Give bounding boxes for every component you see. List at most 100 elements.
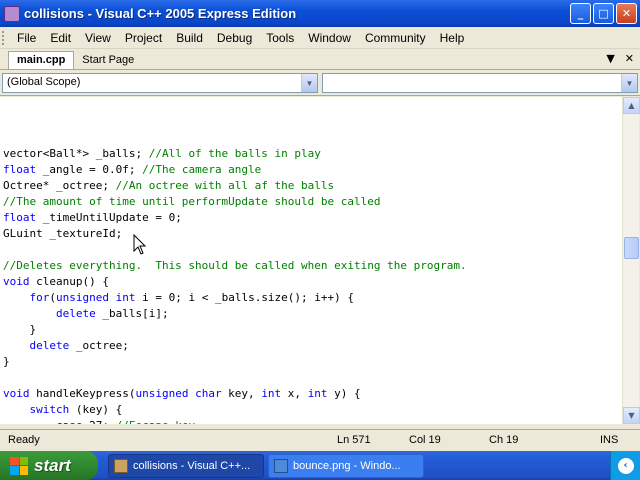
members-combo[interactable]: ▼ — [322, 73, 638, 93]
status-bar: Ready Ln 571 Col 19 Ch 19 INS — [0, 429, 640, 451]
code-line[interactable]: GLuint _textureId; — [3, 226, 467, 242]
code-token: cleanup() { — [29, 275, 109, 288]
code-line[interactable]: void cleanup() { — [3, 274, 467, 290]
code-line[interactable] — [3, 370, 467, 386]
menu-project[interactable]: Project — [118, 31, 169, 45]
code-comment: //Deletes everything. This should be cal… — [3, 259, 467, 272]
scroll-thumb[interactable] — [624, 237, 639, 259]
taskbar-item-bounce[interactable]: bounce.png - Windo... — [268, 454, 424, 478]
code-keyword: void — [3, 387, 30, 400]
title-bar[interactable]: collisions - Visual C++ 2005 Express Edi… — [0, 0, 640, 27]
menu-build[interactable]: Build — [169, 31, 210, 45]
code-token: GLuint _textureId; — [3, 227, 123, 240]
chevron-down-icon[interactable]: ▼ — [301, 74, 317, 92]
code-keyword: delete — [29, 339, 70, 352]
menu-bar: File Edit View Project Build Debug Tools… — [0, 27, 640, 49]
close-button[interactable]: ✕ — [616, 3, 637, 24]
menu-edit[interactable]: Edit — [43, 31, 78, 45]
code-keyword: void — [3, 275, 30, 288]
code-keyword: switch — [29, 403, 70, 416]
code-keyword: unsigned char — [135, 387, 222, 400]
menu-view[interactable]: View — [78, 31, 118, 45]
vertical-scrollbar[interactable]: ▲ ▼ — [622, 97, 640, 424]
code-line[interactable] — [3, 242, 467, 258]
code-line[interactable]: float _angle = 0.0f; //The camera angle — [3, 162, 467, 178]
code-line[interactable]: float _timeUntilUpdate = 0; — [3, 210, 467, 226]
code-line[interactable]: vector<Ball*> _balls; //All of the balls… — [3, 146, 467, 162]
visual-studio-icon — [4, 5, 20, 22]
system-tray: ‹ — [610, 451, 640, 480]
tab-main-cpp[interactable]: main.cpp — [8, 51, 75, 69]
code-text[interactable]: vector<Ball*> _balls; //All of the balls… — [3, 146, 467, 424]
code-line[interactable]: Octree* _octree; //An octree with all af… — [3, 178, 467, 194]
code-line[interactable]: for(unsigned int i = 0; i < _balls.size(… — [3, 290, 467, 306]
minimize-button[interactable]: _ — [570, 3, 591, 24]
code-line[interactable]: case 27: //Escape key — [3, 418, 467, 424]
code-token: y) { — [327, 387, 361, 400]
start-label: start — [34, 455, 71, 475]
code-keyword: case — [56, 419, 83, 424]
scope-combo[interactable]: (Global Scope) ▼ — [2, 73, 318, 93]
code-token: handleKeypress( — [29, 387, 136, 400]
menu-file[interactable]: File — [10, 31, 43, 45]
app-window: collisions - Visual C++ 2005 Express Edi… — [0, 0, 640, 480]
code-line[interactable]: delete _octree; — [3, 338, 467, 354]
code-keyword: float — [3, 163, 37, 176]
code-keyword: unsigned int — [56, 291, 136, 304]
window-controls: _ □ ✕ — [570, 3, 637, 24]
menu-help[interactable]: Help — [433, 31, 472, 45]
taskbar-item-collisions[interactable]: collisions - Visual C++... — [108, 454, 264, 478]
chevron-down-icon[interactable]: ▼ — [621, 74, 637, 92]
code-line[interactable]: //The amount of time until performUpdate… — [3, 194, 467, 210]
code-line[interactable]: switch (key) { — [3, 402, 467, 418]
code-comment: //Escape key — [116, 419, 195, 424]
taskbar: start collisions - Visual C++... bounce.… — [0, 451, 640, 480]
code-comment: //The amount of time until performUpdate… — [3, 195, 381, 208]
code-editor[interactable]: vector<Ball*> _balls; //All of the balls… — [0, 97, 622, 424]
code-line[interactable]: //Deletes everything. This should be cal… — [3, 258, 467, 274]
show-hidden-icons-icon[interactable]: ‹ — [617, 457, 634, 474]
scope-bar: (Global Scope) ▼ ▼ — [0, 70, 640, 96]
status-char: Ch 19 — [489, 434, 519, 446]
tab-list-dropdown-icon[interactable]: ▼ — [606, 52, 614, 65]
code-token: _balls[i]; — [95, 307, 169, 320]
code-token: _timeUntilUpdate = 0; — [36, 211, 182, 224]
toolbar-grip[interactable] — [2, 30, 6, 45]
code-token: Octree* _octree; — [3, 179, 116, 192]
window-title: collisions - Visual C++ 2005 Express Edi… — [24, 6, 297, 21]
status-insert-mode: INS — [600, 434, 619, 446]
code-keyword: for — [29, 291, 50, 304]
code-token: key, — [221, 387, 262, 400]
maximize-button[interactable]: □ — [593, 3, 614, 24]
menu-community[interactable]: Community — [358, 31, 433, 45]
menu-tools[interactable]: Tools — [259, 31, 301, 45]
code-line[interactable]: } — [3, 322, 467, 338]
status-column: Col 19 — [409, 434, 441, 446]
scroll-up-icon[interactable]: ▲ — [623, 97, 640, 114]
menu-debug[interactable]: Debug — [210, 31, 259, 45]
status-line: Ln 571 — [337, 434, 371, 446]
code-token: x, — [281, 387, 308, 400]
tab-close-icon[interactable]: ✕ — [625, 52, 634, 65]
tab-start-page[interactable]: Start Page — [74, 52, 142, 69]
status-ready: Ready — [8, 434, 40, 446]
code-line[interactable]: void handleKeypress(unsigned char key, i… — [3, 386, 467, 402]
code-token: ( — [49, 291, 56, 304]
tab-tools: ▼ ✕ — [606, 52, 634, 65]
menu-window[interactable]: Window — [301, 31, 358, 45]
code-token: _octree; — [69, 339, 129, 352]
windows-flag-icon — [10, 456, 28, 475]
code-comment: //An octree with all af the balls — [115, 179, 335, 192]
taskbar-item-label: bounce.png - Windo... — [293, 460, 401, 472]
image-viewer-icon — [274, 459, 288, 473]
start-button[interactable]: start — [0, 451, 98, 480]
code-line[interactable]: } — [3, 354, 467, 370]
code-keyword: int — [261, 387, 282, 400]
code-line[interactable]: delete _balls[i]; — [3, 306, 467, 322]
scroll-down-icon[interactable]: ▼ — [623, 407, 640, 424]
